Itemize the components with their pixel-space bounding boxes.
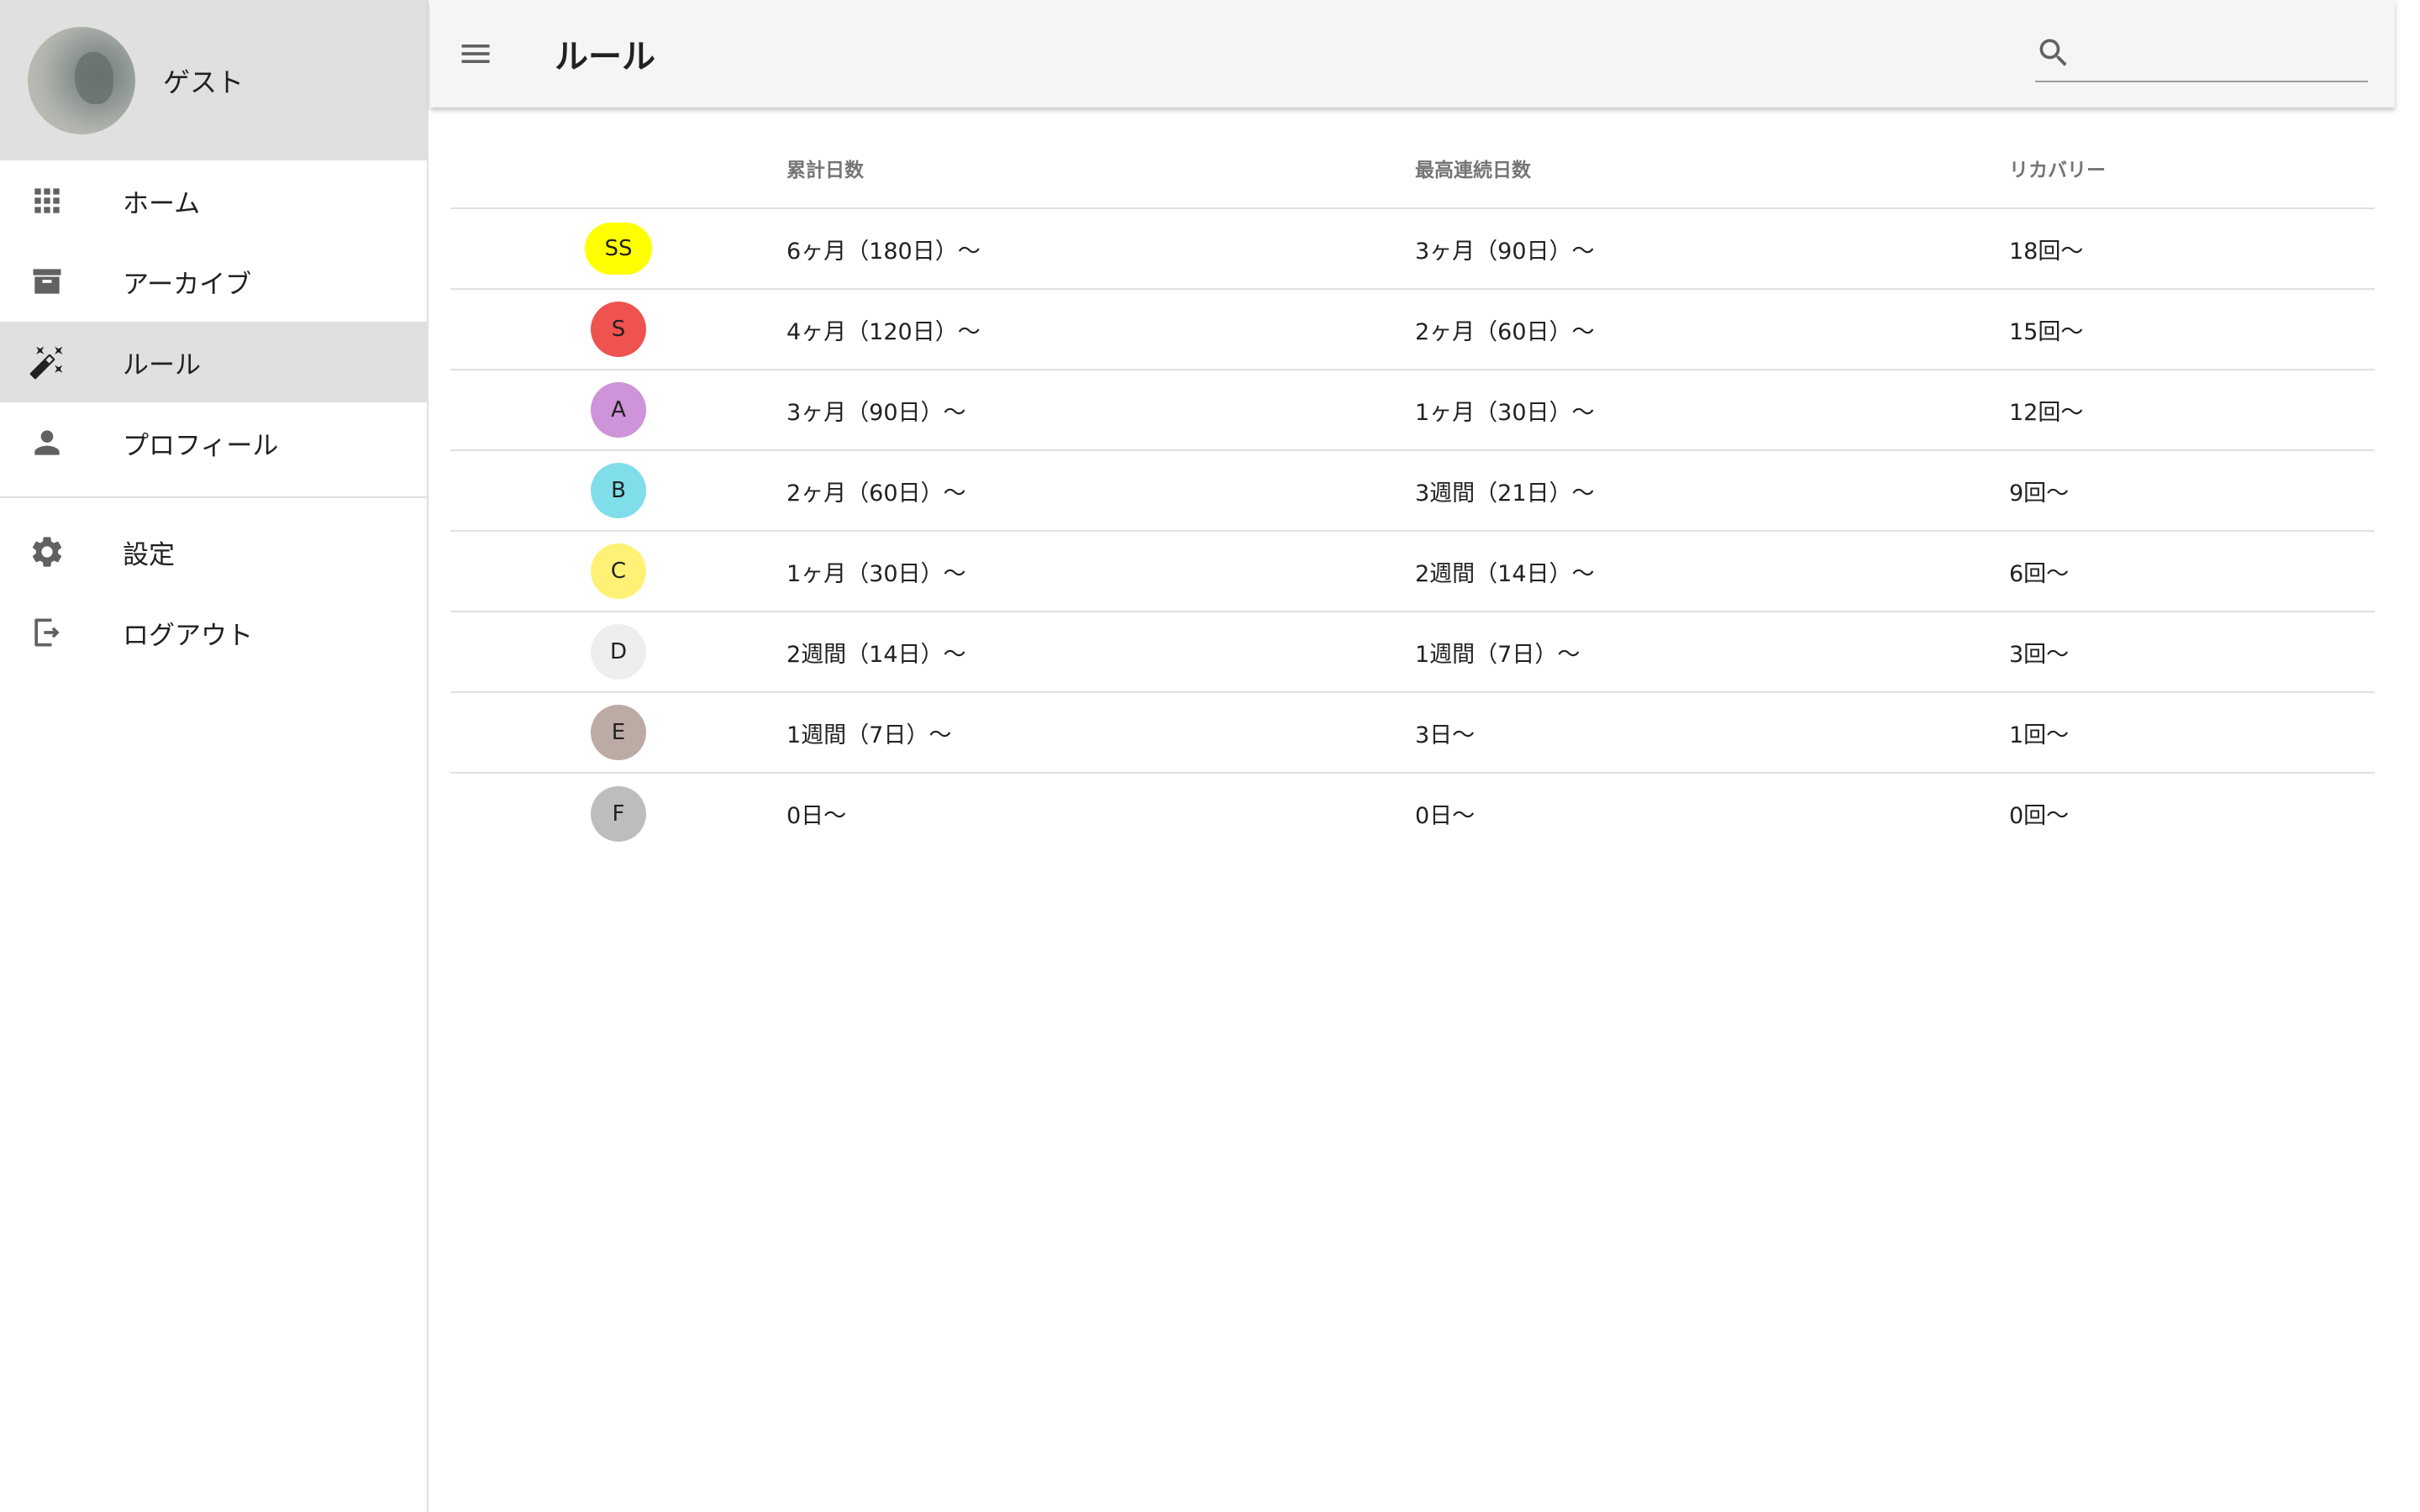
search-bar <box>2035 29 2368 82</box>
sidebar-item-label: 設定 <box>123 539 175 570</box>
person-icon <box>29 424 66 461</box>
avatar[interactable] <box>28 26 135 134</box>
table-row: C 1ヶ月（30日）〜 2週間（14日）〜 6回〜 <box>450 531 2375 612</box>
recovery-cell: 1回〜 <box>2009 692 2375 774</box>
archive-icon <box>29 263 66 300</box>
rank-badge: B <box>591 463 646 518</box>
gear-icon <box>29 533 66 570</box>
rank-badge: E <box>591 705 646 760</box>
sidebar-item-label: ログアウト <box>123 620 253 651</box>
recovery-cell: 9回〜 <box>2009 450 2375 532</box>
table-row: F 0日〜 0日〜 0回〜 <box>450 773 2375 853</box>
max-streak-cell: 3週間（21日）〜 <box>1415 450 2009 532</box>
sidebar-item-settings[interactable]: 設定 <box>0 512 427 592</box>
hamburger-menu-icon <box>461 45 490 63</box>
sidebar-item-archive[interactable]: アーカイブ <box>0 241 427 322</box>
max-streak-cell: 1週間（7日）〜 <box>1415 612 2009 693</box>
sidebar-item-label: プロフィール <box>123 430 279 461</box>
column-header-rank <box>450 128 786 209</box>
max-streak-cell: 2ヶ月（60日）〜 <box>1415 289 2009 370</box>
table-row: B 2ヶ月（60日）〜 3週間（21日）〜 9回〜 <box>450 450 2375 532</box>
rank-badge: D <box>591 624 646 680</box>
table-row: S 4ヶ月（120日）〜 2ヶ月（60日）〜 15回〜 <box>450 289 2375 370</box>
max-streak-cell: 3日〜 <box>1415 692 2009 774</box>
sidebar-item-rules[interactable]: ルール <box>0 322 427 402</box>
max-streak-cell: 1ヶ月（30日）〜 <box>1415 370 2009 451</box>
recovery-cell: 0回〜 <box>2009 803 2070 829</box>
max-streak-cell: 2週間（14日）〜 <box>1415 531 2009 612</box>
sidebar-secondary-nav: 設定 ログアウト <box>0 512 427 673</box>
cumulative-days-cell: 3ヶ月（90日）〜 <box>786 370 1415 451</box>
cumulative-days-cell: 6ヶ月（180日）〜 <box>786 208 1415 290</box>
sidebar-item-logout[interactable]: ログアウト <box>0 592 427 673</box>
apps-grid-icon <box>29 182 66 219</box>
cumulative-days-cell: 4ヶ月（120日）〜 <box>786 289 1415 370</box>
column-header-max-streak: 最高連続日数 <box>1415 128 2009 209</box>
sidebar-item-home[interactable]: ホーム <box>0 160 427 241</box>
rank-badge: S <box>591 302 646 357</box>
max-streak-cell: 3ヶ月（90日）〜 <box>1415 208 2009 290</box>
rules-table-container: 累計日数 最高連続日数 リカバリー SS 6ヶ月（180日）〜 3ヶ月（90日）… <box>450 128 2375 853</box>
column-header-recovery: リカバリー <box>2009 128 2375 209</box>
sidebar-item-label: ルール <box>123 349 201 381</box>
recovery-cell: 3回〜 <box>2009 612 2375 693</box>
sidebar: ゲスト ホーム アーカイブ ルール プロフィール 設定 ログアウト <box>0 0 429 1512</box>
cumulative-days-cell: 2週間（14日）〜 <box>786 612 1415 693</box>
page-title: ルール <box>555 38 655 76</box>
table-row: A 3ヶ月（90日）〜 1ヶ月（30日）〜 12回〜 <box>450 370 2375 451</box>
max-streak-cell: 0日〜 <box>1415 803 1476 829</box>
table-row: SS 6ヶ月（180日）〜 3ヶ月（90日）〜 18回〜 <box>450 208 2375 290</box>
app-bar: ルール <box>430 0 2395 108</box>
cumulative-days-cell: 1週間（7日）〜 <box>786 692 1415 774</box>
wand-icon <box>29 344 66 381</box>
sidebar-item-label: アーカイブ <box>123 269 252 300</box>
table-row: D 2週間（14日）〜 1週間（7日）〜 3回〜 <box>450 612 2375 693</box>
column-header-cumulative-days: 累計日数 <box>786 128 1415 209</box>
rank-badge: SS <box>585 223 652 275</box>
search-icon[interactable] <box>2035 34 2072 75</box>
recovery-cell: 6回〜 <box>2009 531 2375 612</box>
cumulative-days-cell: 2ヶ月（60日）〜 <box>786 450 1415 532</box>
rules-table: 累計日数 最高連続日数 リカバリー SS 6ヶ月（180日）〜 3ヶ月（90日）… <box>450 128 2375 853</box>
rank-badge: C <box>591 543 646 599</box>
sidebar-item-profile[interactable]: プロフィール <box>0 402 427 483</box>
recovery-cell: 18回〜 <box>2009 208 2375 290</box>
sidebar-item-label: ホーム <box>123 188 201 219</box>
search-input[interactable] <box>2082 34 2351 76</box>
recovery-cell: 15回〜 <box>2009 289 2375 370</box>
table-row: E 1週間（7日）〜 3日〜 1回〜 <box>450 692 2375 774</box>
cumulative-days-cell: 0日〜 <box>786 803 847 829</box>
cumulative-days-cell: 1ヶ月（30日）〜 <box>786 531 1415 612</box>
sidebar-nav: ホーム アーカイブ ルール プロフィール <box>0 160 427 483</box>
recovery-cell: 12回〜 <box>2009 370 2375 451</box>
sidebar-divider <box>0 496 427 498</box>
rank-badge: F <box>591 785 646 842</box>
logout-icon <box>29 614 66 651</box>
rank-badge: A <box>591 382 646 438</box>
profile-header: ゲスト <box>0 0 427 160</box>
profile-name: ゲスト <box>163 66 245 98</box>
menu-button[interactable] <box>455 34 496 74</box>
table-header-row: 累計日数 最高連続日数 リカバリー <box>450 128 2375 209</box>
